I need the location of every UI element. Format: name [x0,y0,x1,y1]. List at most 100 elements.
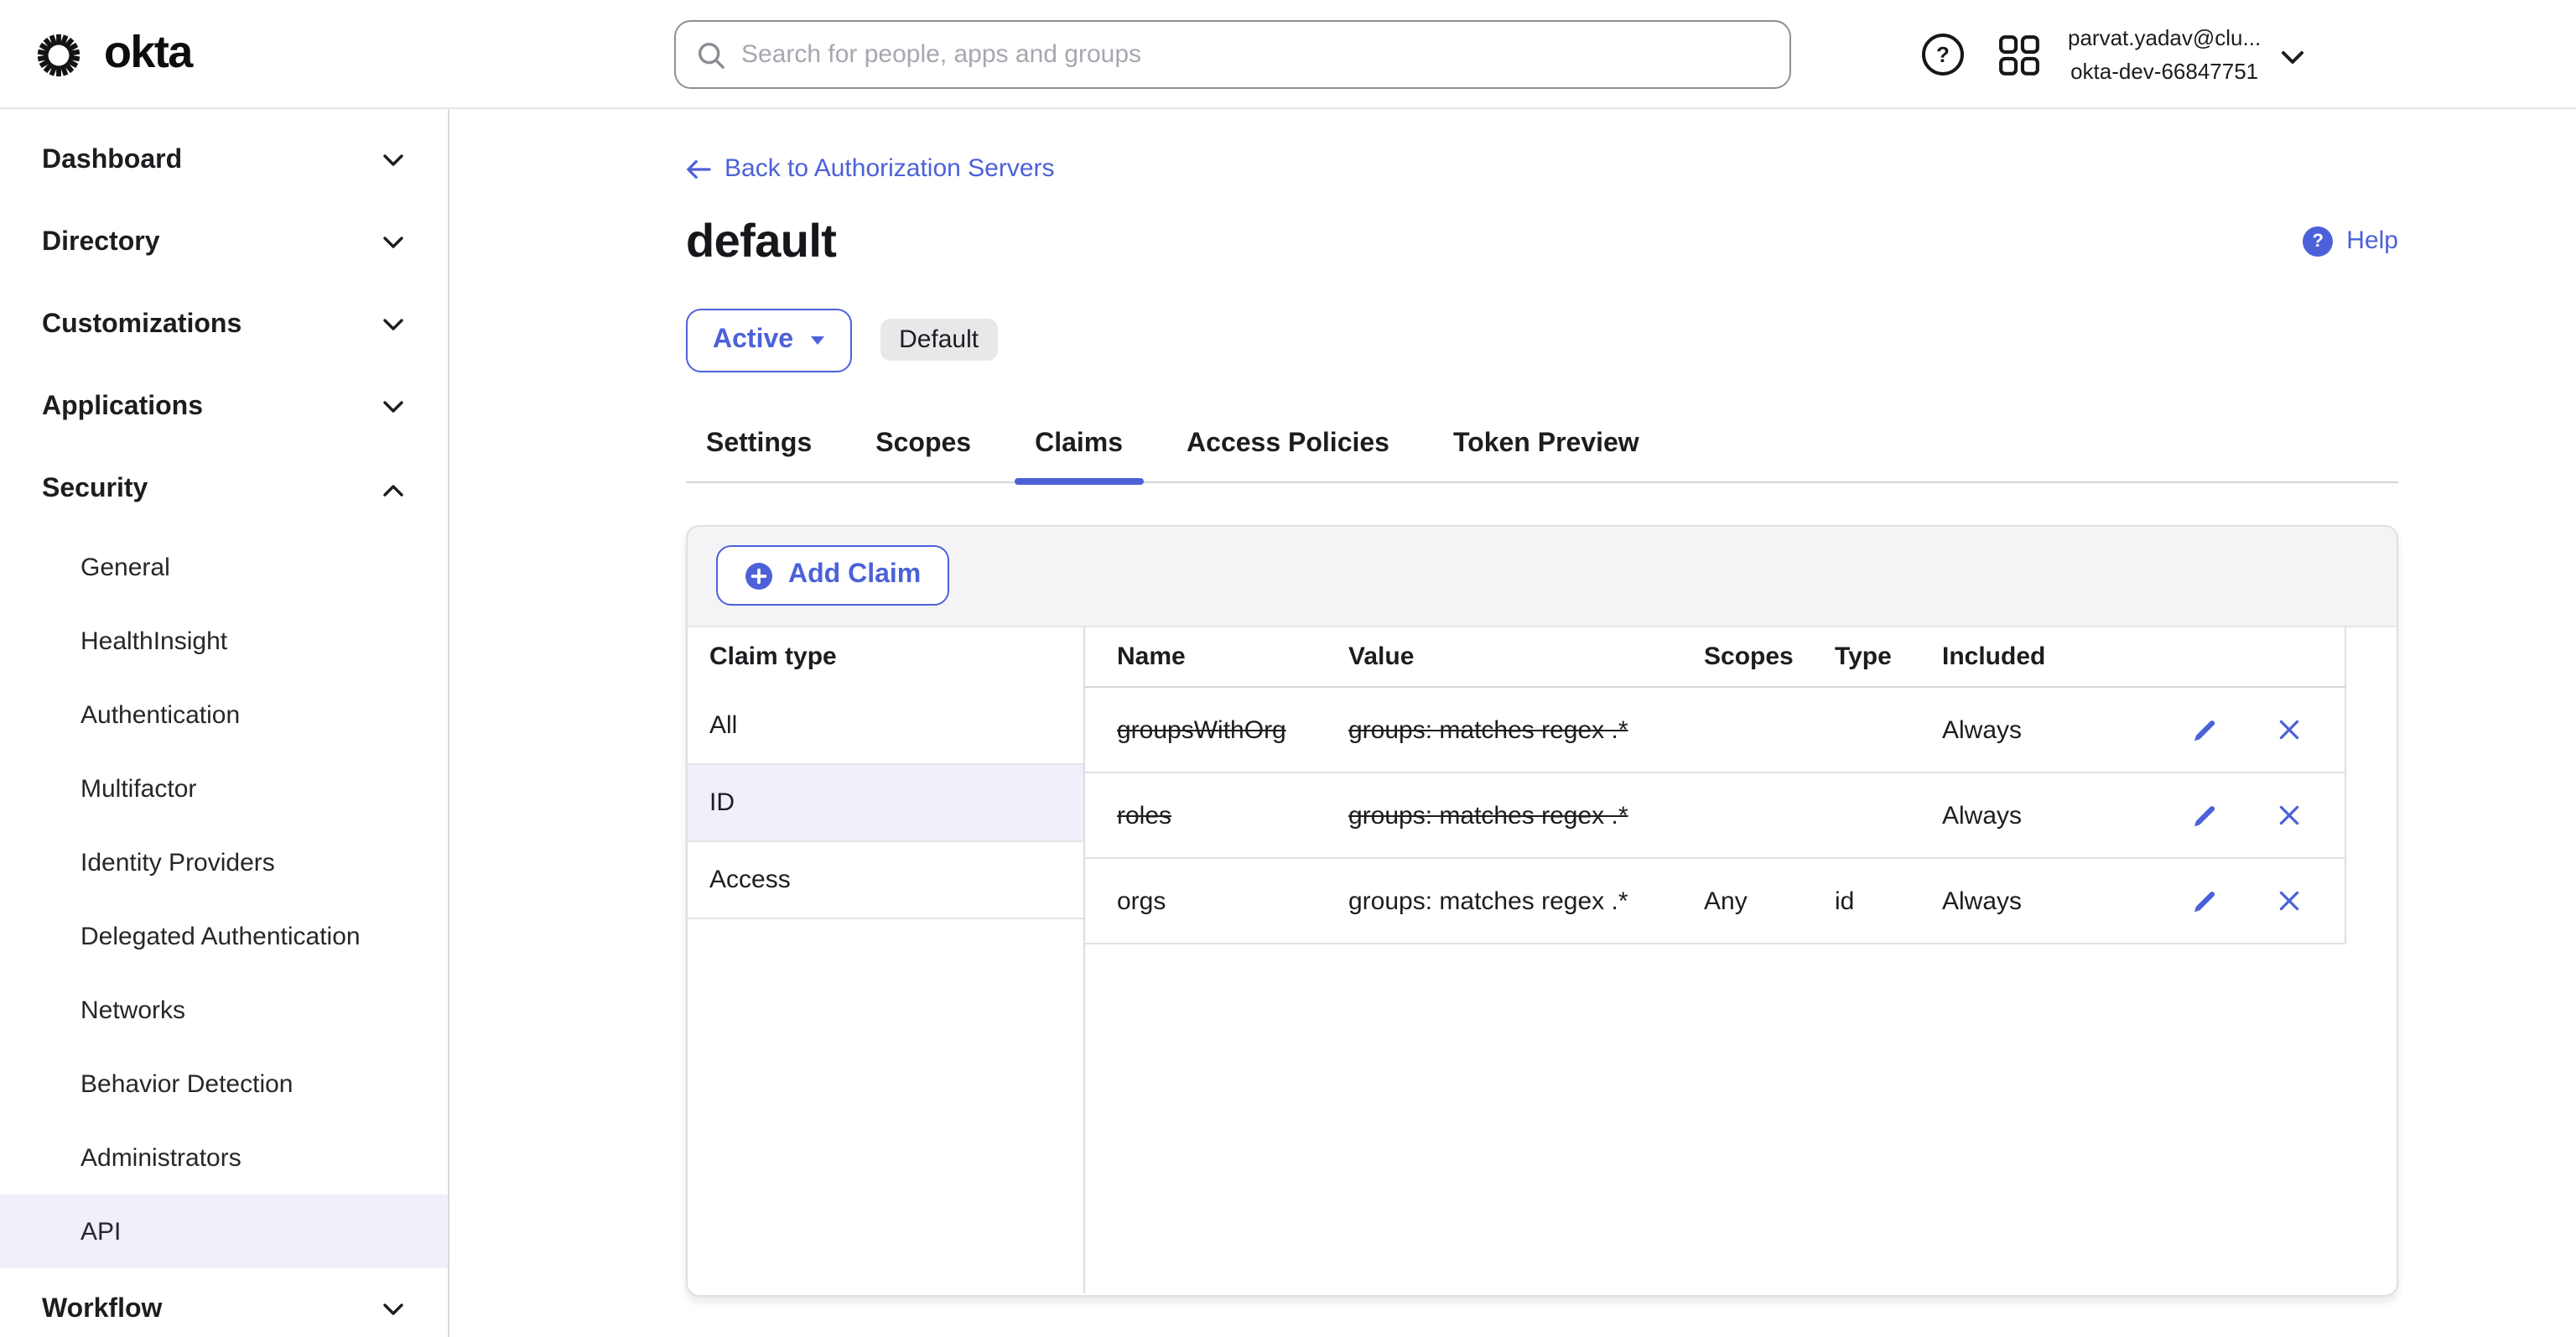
claim-type-option-id[interactable]: ID [688,764,1083,841]
column-header-type: Type [1813,627,1922,688]
delete-claim-button[interactable] [2275,800,2305,830]
help-link[interactable]: ? Help [2303,226,2398,256]
sidebar-item-customizations[interactable]: Customizations [0,284,448,366]
sidebar-item-networks[interactable]: Networks [0,973,448,1047]
sidebar-item-identity-providers[interactable]: Identity Providers [0,825,448,899]
sidebar-subitem-label: General [80,553,170,581]
edit-claim-button[interactable] [2189,715,2220,745]
tab-claims[interactable]: Claims [1015,429,1144,484]
sidebar-item-healthinsight[interactable]: HealthInsight [0,604,448,678]
claim-type-option-access[interactable]: Access [688,841,1083,918]
x-icon [2278,720,2298,740]
tab-access-policies[interactable]: Access Policies [1166,429,1410,481]
edit-claim-button[interactable] [2189,800,2220,830]
sidebar-item-label: Applications [42,392,204,420]
claims-panel: Add Claim Claim type All ID Access Name … [686,524,2398,1296]
chevron-down-icon [383,236,403,247]
claim-name: groupsWithOrg [1117,715,1286,744]
claim-type-header: Claim type [709,642,837,671]
okta-admin-console: okta ? parvat.yadav@clu... okta-de [0,0,2576,1337]
edit-claim-button[interactable] [2189,886,2220,916]
sidebar-item-applications[interactable]: Applications [0,366,448,448]
sidebar-item-directory[interactable]: Directory [0,201,448,284]
claims-table-header-row: Name Value Scopes Type Included [1085,627,2345,688]
sidebar-item-label: Directory [42,227,160,256]
question-circle-filled-icon: ? [2303,226,2334,256]
claim-row-groupswithorg: groupsWithOrg groups: matches regex .* A… [1085,687,2345,773]
sidebar-item-label: Workflow [42,1294,163,1323]
sidebar-item-api[interactable]: API [0,1194,448,1268]
apps-grid-icon[interactable] [1997,33,2041,76]
x-icon [2278,805,2298,825]
sidebar-item-delegated-authentication[interactable]: Delegated Authentication [0,899,448,973]
user-org: okta-dev-66847751 [2070,58,2259,83]
sidebar-item-administrators[interactable]: Administrators [0,1121,448,1194]
sidebar-item-authentication[interactable]: Authentication [0,678,448,752]
sidebar-item-multifactor[interactable]: Multifactor [0,752,448,825]
topbar-right-cluster: ? parvat.yadav@clu... okta-dev-66847751 [1922,0,2304,109]
claims-toolbar: Add Claim [688,526,2397,627]
okta-burst-logo-icon [37,33,80,76]
sidebar-subitem-label: Networks [80,996,186,1024]
sidebar-item-behavior-detection[interactable]: Behavior Detection [0,1047,448,1121]
help-circle-icon[interactable]: ? [1922,34,1964,75]
search-input[interactable] [741,40,1769,69]
claim-type-filter: Claim type All ID Access [688,627,1085,1293]
sidebar-item-workflow[interactable]: Workflow [0,1268,448,1337]
chevron-down-icon [383,153,403,165]
tab-settings[interactable]: Settings [686,429,832,481]
pencil-icon [2194,805,2215,826]
claims-table: Name Value Scopes Type Included groupsWi… [1085,627,2345,944]
claim-value: groups: matches regex .* [1348,887,1628,915]
page-title: default [686,214,837,266]
column-header-name: Name [1085,627,1327,688]
back-to-authorization-servers-link[interactable]: Back to Authorization Servers [686,154,1055,183]
claim-scopes: Any [1704,887,1748,915]
sidebar-item-security[interactable]: Security [0,448,448,530]
claim-value: groups: matches regex .* [1348,715,1628,744]
global-search[interactable] [674,20,1791,89]
help-link-label: Help [2346,226,2398,255]
column-header-value: Value [1327,627,1679,688]
back-arrow-icon [687,159,711,178]
sidebar-subitem-label: Administrators [80,1143,242,1172]
delete-claim-button[interactable] [2275,715,2305,745]
add-claim-button[interactable]: Add Claim [716,545,950,606]
sidebar-item-label: Customizations [42,310,242,338]
user-account-info: parvat.yadav@clu... okta-dev-66847751 [2068,22,2261,87]
column-header-scopes: Scopes [1679,627,1813,688]
sidebar-item-general[interactable]: General [0,530,448,604]
claim-token-type: id [1835,887,1855,915]
pencil-icon [2194,891,2215,912]
claim-included: Always [1942,801,2023,830]
sidebar-nav: Dashboard Directory Customizations Appli… [0,109,449,1337]
sidebar-subitem-label: Authentication [80,700,241,729]
sidebar-subitem-label: Identity Providers [80,848,275,877]
status-label: Active [713,325,794,353]
status-dropdown-button[interactable]: Active [686,308,853,372]
claim-type-option-all[interactable]: All [688,687,1083,764]
claims-table-area: Name Value Scopes Type Included groupsWi… [1085,627,2397,1293]
add-claim-label: Add Claim [788,560,922,589]
x-icon [2278,891,2298,911]
okta-logo[interactable]: okta [34,0,193,109]
chevron-up-icon [383,484,403,496]
sidebar-subitem-label: HealthInsight [80,627,228,655]
sidebar-item-dashboard[interactable]: Dashboard [0,119,448,201]
search-icon [698,41,724,68]
plus-circle-icon [745,562,772,589]
user-menu-chevron-down-icon[interactable] [2281,49,2304,65]
tab-scopes[interactable]: Scopes [855,429,991,481]
claim-name: orgs [1117,887,1166,915]
default-badge: Default [880,319,998,361]
chevron-down-icon [383,318,403,330]
tab-bar: Settings Scopes Claims Access Policies T… [686,429,2398,484]
caret-down-icon [811,336,825,344]
topbar: okta ? parvat.yadav@clu... okta-de [0,0,2576,109]
back-link-label: Back to Authorization Servers [724,154,1055,183]
sidebar-item-label: Security [42,474,148,502]
tab-token-preview[interactable]: Token Preview [1433,429,1659,481]
delete-claim-button[interactable] [2275,886,2305,916]
claim-row-roles: roles groups: matches regex .* Always [1085,773,2345,859]
brand-wordmark: okta [104,26,193,76]
